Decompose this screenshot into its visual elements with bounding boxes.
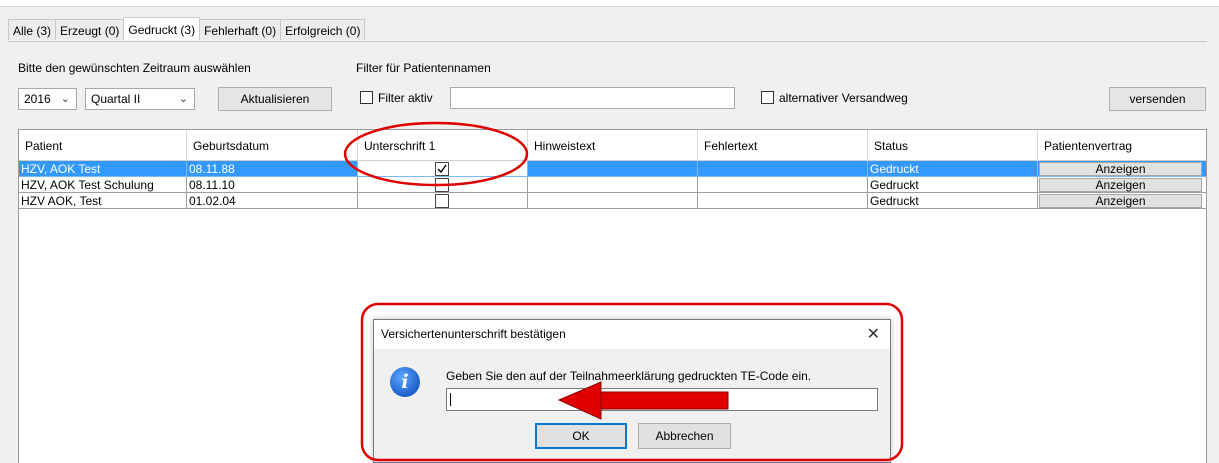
table-header: Patient Geburtsdatum Unterschrift 1 Hinw…	[19, 130, 1206, 161]
tab-fehlerhaft[interactable]: Fehlerhaft (0)	[199, 19, 282, 40]
filter-active-checkbox[interactable]	[360, 91, 373, 104]
text-cursor	[450, 393, 451, 406]
tab-alle[interactable]: Alle (3)	[8, 19, 57, 40]
hint-cell	[528, 193, 698, 209]
patient-cell: HZV, AOK Test	[19, 161, 187, 177]
dialog-message: Geben Sie den auf der Teilnahmeerklärung…	[446, 369, 812, 383]
tab-erzeugt[interactable]: Erzeugt (0)	[55, 19, 125, 40]
contract-cell: Anzeigen	[1038, 161, 1206, 177]
year-select[interactable]: 2016 ⌄	[18, 88, 77, 110]
status-cell: Gedruckt	[868, 177, 1038, 193]
column-header[interactable]: Status	[868, 130, 1038, 160]
signature-checkbox[interactable]	[435, 162, 449, 176]
column-header[interactable]: Fehlertext	[698, 130, 868, 160]
close-icon[interactable]: ✕	[867, 320, 880, 349]
dialog-title-bar: Versichertenunterschrift bestätigen ✕	[374, 320, 890, 349]
tab-gedruckt[interactable]: Gedruckt (3)	[123, 17, 201, 40]
te-code-input[interactable]	[446, 388, 878, 411]
signature-cell	[358, 161, 528, 177]
chevron-down-icon: ⌄	[178, 93, 188, 105]
status-tabs: Alle (3) Erzeugt (0) Gedruckt (3) Fehler…	[8, 17, 366, 41]
period-label: Bitte den gewünschten Zeitraum auswählen	[18, 61, 251, 75]
signature-cell	[358, 177, 528, 193]
tab-divider	[8, 41, 1207, 42]
table-row[interactable]: HZV AOK, Test 01.02.04 Gedruckt Anzeigen	[19, 193, 1206, 209]
status-cell: Gedruckt	[868, 161, 1038, 177]
error-cell	[698, 161, 868, 177]
error-cell	[698, 193, 868, 209]
show-contract-button[interactable]: Anzeigen	[1039, 178, 1202, 192]
refresh-button[interactable]: Aktualisieren	[218, 87, 332, 111]
hint-cell	[528, 177, 698, 193]
dob-cell: 08.11.10	[187, 177, 358, 193]
show-contract-button[interactable]: Anzeigen	[1039, 162, 1202, 176]
chevron-down-icon: ⌄	[60, 93, 70, 105]
alt-shipping-checkbox[interactable]	[761, 91, 774, 104]
cancel-button[interactable]: Abbrechen	[638, 423, 731, 449]
tab-erfolgreich[interactable]: Erfolgreich (0)	[280, 19, 366, 40]
quarter-value: Quartal II	[91, 92, 141, 106]
contract-cell: Anzeigen	[1038, 193, 1206, 209]
alt-shipping-label: alternativer Versandweg	[779, 91, 908, 105]
ok-button[interactable]: OK	[535, 423, 627, 449]
quarter-select[interactable]: Quartal II ⌄	[85, 88, 195, 110]
window-top-strip	[0, 0, 1219, 7]
signature-confirm-dialog: Versichertenunterschrift bestätigen ✕ i …	[373, 319, 891, 463]
dob-cell: 08.11.88	[187, 161, 358, 177]
send-button[interactable]: versenden	[1109, 87, 1206, 111]
info-icon: i	[390, 367, 420, 397]
filter-label: Filter für Patientennamen	[356, 61, 491, 75]
column-header[interactable]: Geburtsdatum	[187, 130, 358, 160]
year-value: 2016	[24, 92, 51, 106]
status-cell: Gedruckt	[868, 193, 1038, 209]
dob-cell: 01.02.04	[187, 193, 358, 209]
dialog-title: Versichertenunterschrift bestätigen	[381, 327, 566, 341]
table-row[interactable]: HZV, AOK Test Schulung 08.11.10 Gedruckt…	[19, 177, 1206, 193]
signature-cell	[358, 193, 528, 209]
column-header[interactable]: Unterschrift 1	[358, 130, 528, 160]
signature-checkbox[interactable]	[435, 178, 449, 192]
signature-checkbox[interactable]	[435, 194, 449, 208]
error-cell	[698, 177, 868, 193]
patient-cell: HZV AOK, Test	[19, 193, 187, 209]
patient-cell: HZV, AOK Test Schulung	[19, 177, 187, 193]
hint-cell	[528, 161, 698, 177]
column-header[interactable]: Hinweistext	[528, 130, 698, 160]
show-contract-button[interactable]: Anzeigen	[1039, 194, 1202, 208]
column-header[interactable]: Patient	[19, 130, 187, 160]
table-row[interactable]: HZV, AOK Test 08.11.88 Gedruckt Anzeigen	[19, 161, 1206, 177]
column-header[interactable]: Patientenvertrag	[1038, 130, 1206, 160]
contract-cell: Anzeigen	[1038, 177, 1206, 193]
checkmark-icon	[437, 164, 447, 174]
patient-filter-input[interactable]	[450, 87, 735, 109]
filter-active-label: Filter aktiv	[378, 91, 433, 105]
